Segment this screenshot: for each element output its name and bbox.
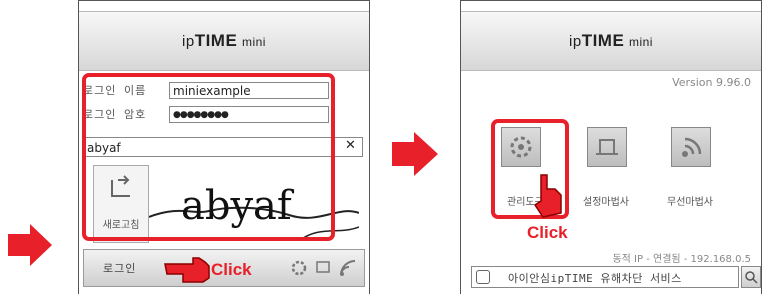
main-panel: ipTIME mini Version 9.96.0 관리도구 설정마법사 무선… [460,0,762,294]
setup-wizard-icon [596,139,618,155]
click-label-right: Click [527,223,568,242]
search-button[interactable] [741,266,761,288]
login-header: ipTIME mini [79,11,369,71]
wifi-icon [340,260,356,276]
search-input[interactable]: 아이안심ipTIME 유해차단 서비스 [471,266,739,288]
wireless-wizard-button[interactable] [671,127,711,167]
setup-wizard-label: 설정마법사 [583,197,629,208]
wireless-wizard-label: 무선마법사 [667,197,713,208]
close-icon[interactable]: ✕ [345,138,356,153]
search-icon [745,271,758,284]
login-panel: ipTIME mini 로그인 이름 miniexample 로그인 암호 ●●… [78,0,370,294]
gear-icon [291,260,307,276]
shield-icon [476,270,490,284]
login-button[interactable]: 로그인 [103,260,136,276]
connection-status: 동적 IP - 연결됨 - 192.168.0.5 [612,254,751,265]
pointing-hand-icon [533,174,562,218]
login-highlight-box [82,73,335,241]
main-header: ipTIME mini [461,11,761,71]
pointing-hand-icon [164,257,210,283]
search-placeholder: 아이안심ipTIME 유해차단 서비스 [508,272,682,285]
iptime-logo-right: ipTIME mini [569,31,653,50]
bar-icons [291,260,356,276]
click-label-left: Click [211,260,252,279]
version-text: Version 9.96.0 [672,76,751,89]
iptime-logo: ipTIME mini [182,31,266,50]
wifi-icon [682,137,702,157]
wizard-icon [316,261,330,273]
setup-wizard-button[interactable] [587,127,627,167]
